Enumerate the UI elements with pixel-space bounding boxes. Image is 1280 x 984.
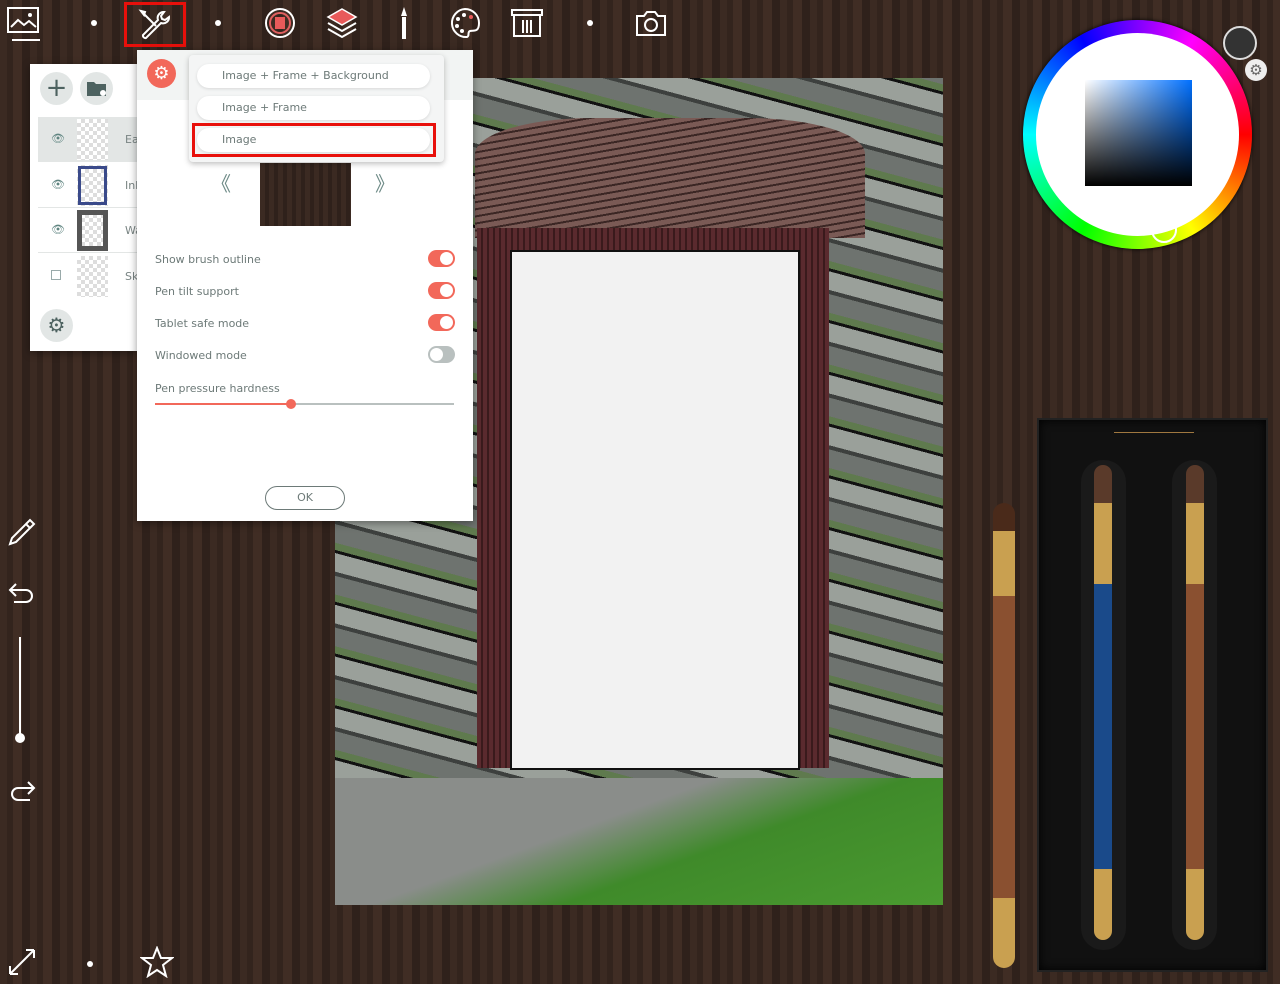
- case-trim: [1114, 432, 1194, 433]
- undo-icon[interactable]: [6, 578, 38, 608]
- layer-row[interactable]: 👁 Ea: [38, 117, 139, 162]
- brush-brown[interactable]: [1186, 465, 1204, 940]
- option-image-frame[interactable]: Image + Frame: [197, 96, 430, 120]
- tablet-safe-toggle[interactable]: [428, 314, 455, 331]
- layer-row[interactable]: 👁 Ink: [38, 163, 142, 208]
- folder-icon: [87, 82, 106, 96]
- pen-pressure-slider[interactable]: [155, 399, 454, 409]
- ok-button[interactable]: OK: [265, 486, 345, 510]
- layer-thumbnail: [77, 165, 108, 206]
- slider-fill: [155, 403, 290, 405]
- brush-size-slider[interactable]: [15, 637, 25, 743]
- separator-dot: [91, 20, 97, 26]
- canvas-icon: [265, 8, 295, 38]
- export-preview: [260, 163, 351, 226]
- tools-button[interactable]: [124, 2, 186, 47]
- color-wheel[interactable]: [1023, 20, 1252, 249]
- layer-thumbnail: [77, 256, 108, 297]
- grass: [335, 778, 943, 905]
- layer-row[interactable]: Sk: [38, 254, 138, 299]
- palette-icon: [450, 7, 481, 39]
- visibility-checkbox[interactable]: [51, 270, 61, 280]
- separator-dot: [587, 20, 593, 26]
- layer-thumbnail: [77, 210, 108, 251]
- option-image-frame-background[interactable]: Image + Frame + Background: [197, 64, 430, 88]
- camera-icon: [636, 11, 666, 36]
- layers-icon: [326, 8, 358, 39]
- canvas-button[interactable]: [263, 6, 297, 40]
- toggle-row-windowed: Windowed mode: [155, 346, 455, 363]
- eyedropper-icon[interactable]: [6, 516, 38, 548]
- favorite-star-icon[interactable]: [140, 946, 174, 978]
- brush-button[interactable]: [387, 6, 421, 40]
- windowed-mode-toggle[interactable]: [428, 346, 455, 363]
- export-options-dropdown: Image + Frame + Background Image + Frame…: [189, 55, 444, 162]
- layer-settings-button[interactable]: ⚙: [40, 309, 73, 342]
- slider-handle[interactable]: [15, 733, 25, 743]
- show-brush-outline-toggle[interactable]: [428, 250, 455, 267]
- previous-background-button[interactable]: 《: [211, 168, 231, 197]
- brush-case: [1037, 418, 1268, 972]
- eye-icon[interactable]: 👁: [51, 132, 65, 145]
- brush-library-button[interactable]: [510, 6, 544, 40]
- layers-button[interactable]: [325, 6, 359, 40]
- door-opening: [510, 250, 800, 770]
- brush-icon: [401, 7, 407, 39]
- slider-handle[interactable]: [285, 399, 296, 409]
- toggle-row-tablet-safe: Tablet safe mode: [155, 314, 455, 331]
- fullscreen-icon[interactable]: [6, 946, 38, 978]
- tools-icon: [138, 8, 170, 39]
- camera-button[interactable]: [634, 6, 668, 40]
- toggle-row-pen-tilt: Pen tilt support: [155, 282, 455, 299]
- eye-icon[interactable]: 👁: [51, 178, 65, 191]
- layer-row[interactable]: 👁 Wa: [38, 208, 142, 253]
- palette-button[interactable]: [448, 6, 482, 40]
- gallery-icon: [7, 7, 40, 41]
- layer-thumbnail: [77, 119, 108, 160]
- layers-panel: + 👁 Ea 👁 Ink 👁 Wa Sk ⚙: [30, 64, 142, 351]
- saturation-value-square[interactable]: [1085, 80, 1192, 186]
- brush-library-icon: [511, 9, 543, 37]
- gallery-button[interactable]: [6, 6, 40, 41]
- pen-tilt-toggle[interactable]: [428, 282, 455, 299]
- brush-loose[interactable]: [993, 503, 1015, 968]
- eye-icon[interactable]: 👁: [51, 223, 65, 236]
- door-lintel: [475, 118, 865, 238]
- pen-pressure-label: Pen pressure hardness: [155, 382, 280, 395]
- selection-highlight: [192, 123, 436, 157]
- separator-dot: [215, 20, 221, 26]
- add-folder-button[interactable]: [80, 72, 113, 105]
- separator-dot: [87, 961, 93, 967]
- color-settings-icon[interactable]: ⚙: [1245, 59, 1267, 81]
- toggle-row-show-brush-outline: Show brush outline: [155, 250, 455, 267]
- current-color-swatch[interactable]: [1223, 26, 1257, 60]
- add-layer-button[interactable]: +: [40, 72, 73, 105]
- brush-blue[interactable]: [1094, 465, 1112, 940]
- settings-gear-button[interactable]: ⚙: [147, 59, 176, 88]
- redo-icon[interactable]: [6, 776, 38, 806]
- hue-handle[interactable]: [1151, 217, 1177, 243]
- next-background-button[interactable]: 》: [375, 168, 395, 197]
